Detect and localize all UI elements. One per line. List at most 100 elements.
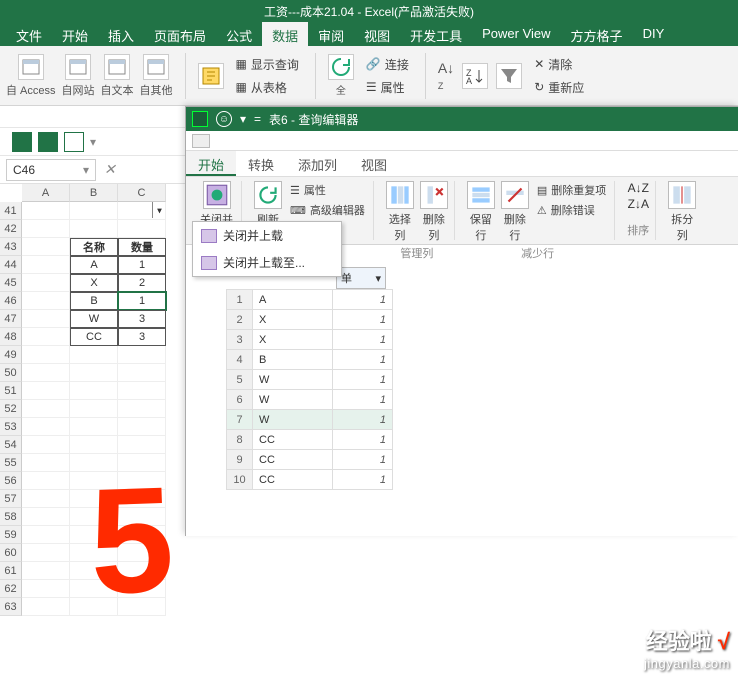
pq-tab-视图[interactable]: 视图 xyxy=(349,151,399,176)
row-header[interactable]: 53 xyxy=(0,418,22,436)
remove-duplicates-button[interactable]: ▤删除重复项 xyxy=(535,181,608,199)
cell-B44[interactable]: A xyxy=(70,256,118,274)
row-header[interactable]: 42 xyxy=(0,220,22,238)
cell-B57[interactable] xyxy=(70,490,118,508)
tab-方方格子[interactable]: 方方格子 xyxy=(561,22,633,46)
row-header[interactable]: 47 xyxy=(0,310,22,328)
tab-页面布局[interactable]: 页面布局 xyxy=(144,22,216,46)
cell-C45[interactable]: 2 xyxy=(118,274,166,292)
sort-asc-icon[interactable]: A↓Z xyxy=(628,181,649,195)
cell-B59[interactable] xyxy=(70,526,118,544)
row-header[interactable]: 61 xyxy=(0,562,22,580)
cell-C47[interactable]: 3 xyxy=(118,310,166,328)
row-header[interactable]: 62 xyxy=(0,580,22,598)
cell-C63[interactable] xyxy=(118,598,166,616)
tab-插入[interactable]: 插入 xyxy=(98,22,144,46)
chevron-down-icon[interactable]: ▾ xyxy=(90,135,96,149)
cell-A62[interactable] xyxy=(22,580,70,598)
split-column-button[interactable]: 拆分 列 xyxy=(668,181,696,243)
col-header-C[interactable]: C xyxy=(118,184,166,202)
properties-button[interactable]: ☰属性 xyxy=(362,77,413,98)
cell-C55[interactable] xyxy=(118,454,166,472)
row-header[interactable]: 50 xyxy=(0,364,22,382)
cell-C44[interactable]: 1 xyxy=(118,256,166,274)
sort-desc-icon[interactable]: Z↓A xyxy=(628,197,649,211)
row-header[interactable]: 57 xyxy=(0,490,22,508)
filter-button[interactable] xyxy=(496,63,522,89)
cell-B52[interactable] xyxy=(70,400,118,418)
remove-columns-button[interactable]: 删除 列 xyxy=(420,181,448,243)
cell-B55[interactable] xyxy=(70,454,118,472)
cell-A63[interactable] xyxy=(22,598,70,616)
cell-B41[interactable] xyxy=(70,202,118,220)
new-query-icon[interactable] xyxy=(198,63,224,89)
cell-A58[interactable] xyxy=(22,508,70,526)
tab-开发工具[interactable]: 开发工具 xyxy=(400,22,472,46)
name-box[interactable]: C46▾ xyxy=(6,159,96,181)
row-header[interactable]: 51 xyxy=(0,382,22,400)
col-header-A[interactable]: A xyxy=(22,184,70,202)
row-header[interactable]: 46 xyxy=(0,292,22,310)
cell-C56[interactable] xyxy=(118,472,166,490)
cell-C52[interactable] xyxy=(118,400,166,418)
pq-row[interactable]: 10CC1 xyxy=(227,470,393,490)
cell-C60[interactable] xyxy=(118,544,166,562)
cell-C48[interactable]: 3 xyxy=(118,328,166,346)
cell-C61[interactable] xyxy=(118,562,166,580)
cell-C51[interactable] xyxy=(118,382,166,400)
pq-row[interactable]: 7W1 xyxy=(227,410,393,430)
cell-B53[interactable] xyxy=(70,418,118,436)
pq-tab-转换[interactable]: 转换 xyxy=(236,151,286,176)
keep-rows-button[interactable]: 保留 行 xyxy=(467,181,495,243)
row-header[interactable]: 59 xyxy=(0,526,22,544)
pq-row[interactable]: 4B1 xyxy=(227,350,393,370)
cell-A43[interactable] xyxy=(22,238,70,256)
cell-C50[interactable] xyxy=(118,364,166,382)
row-header[interactable]: 48 xyxy=(0,328,22,346)
cell-A60[interactable] xyxy=(22,544,70,562)
col-header-B[interactable]: B xyxy=(70,184,118,202)
cell-C62[interactable] xyxy=(118,580,166,598)
cell-B47[interactable]: W xyxy=(70,310,118,328)
cell-B46[interactable]: B xyxy=(70,292,118,310)
pq-row[interactable]: 8CC1 xyxy=(227,430,393,450)
cell-B49[interactable] xyxy=(70,346,118,364)
qat-button-3[interactable] xyxy=(64,132,84,152)
pq-data-grid[interactable]: 1A12X13X14B15W16W17W18CC19CC110CC1 xyxy=(226,289,738,536)
tab-Power View[interactable]: Power View xyxy=(472,22,560,46)
cell-A46[interactable] xyxy=(22,292,70,310)
refresh-all-icon[interactable] xyxy=(328,54,354,80)
tab-开始[interactable]: 开始 xyxy=(52,22,98,46)
source-自其他[interactable]: 自其他 xyxy=(140,54,173,98)
cell-B42[interactable] xyxy=(70,220,118,238)
row-header[interactable]: 63 xyxy=(0,598,22,616)
source-自网站[interactable]: 自网站 xyxy=(62,54,95,98)
cell-A55[interactable] xyxy=(22,454,70,472)
cell-C42[interactable] xyxy=(118,220,166,238)
close-load-to-item[interactable]: 关闭并上载至... xyxy=(193,249,341,276)
cell-A49[interactable] xyxy=(22,346,70,364)
cell-B60[interactable] xyxy=(70,544,118,562)
tab-视图[interactable]: 视图 xyxy=(354,22,400,46)
pq-properties-button[interactable]: ☰属性 xyxy=(288,181,367,199)
cell-A45[interactable] xyxy=(22,274,70,292)
advanced-editor-button[interactable]: ⌨高级编辑器 xyxy=(288,201,367,219)
pq-row[interactable]: 6W1 xyxy=(227,390,393,410)
cancel-fx-icon[interactable]: ✕ xyxy=(104,161,116,178)
pq-row[interactable]: 9CC1 xyxy=(227,450,393,470)
tab-数据[interactable]: 数据 xyxy=(262,22,308,46)
row-header[interactable]: 44 xyxy=(0,256,22,274)
pq-row[interactable]: 1A1 xyxy=(227,290,393,310)
cell-A56[interactable] xyxy=(22,472,70,490)
cell-C53[interactable] xyxy=(118,418,166,436)
connections-button[interactable]: 🔗连接 xyxy=(362,54,413,75)
cell-B61[interactable] xyxy=(70,562,118,580)
from-table-button[interactable]: ▦从表格 xyxy=(232,77,303,98)
cell-A54[interactable] xyxy=(22,436,70,454)
cell-A52[interactable] xyxy=(22,400,70,418)
cell-A41[interactable] xyxy=(22,202,70,220)
qat-button-1[interactable] xyxy=(12,132,32,152)
pq-col-extra[interactable]: 单▾ xyxy=(336,267,386,289)
cell-B58[interactable] xyxy=(70,508,118,526)
cell-C49[interactable] xyxy=(118,346,166,364)
